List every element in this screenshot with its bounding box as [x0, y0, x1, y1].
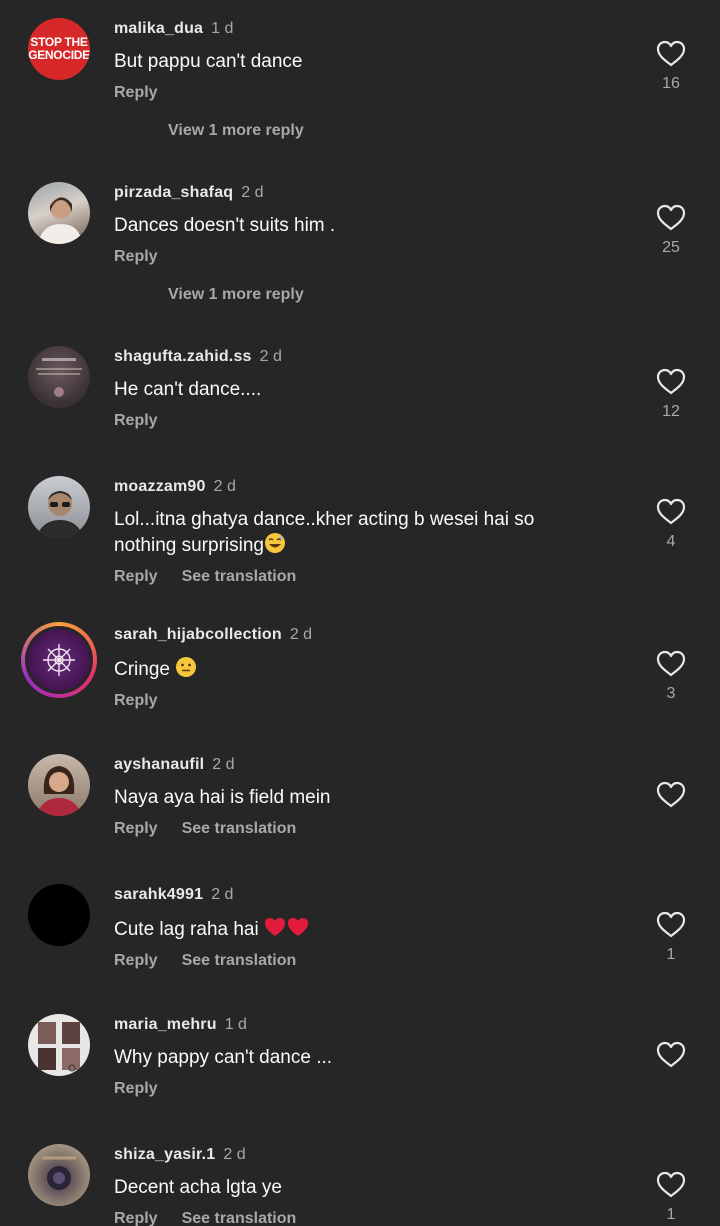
reply-button[interactable]: Reply — [114, 820, 158, 837]
comment-text-line: Cute lag raha hai — [114, 919, 259, 940]
comment-time: 2 d — [241, 184, 264, 201]
comment-username[interactable]: shiza_yasir.1 — [114, 1146, 215, 1163]
avatar[interactable] — [21, 622, 97, 698]
comment-text-line: Cringe — [114, 659, 170, 680]
comment-text: But pappu can't dance — [114, 51, 303, 72]
comment-username[interactable]: sarah_hijabcollection — [114, 626, 282, 643]
comment-time: 1 d — [224, 1016, 247, 1033]
reply-button[interactable]: Reply — [114, 568, 158, 585]
comment-text: Decent acha lgta ye — [114, 1177, 282, 1198]
reply-button[interactable]: Reply — [114, 84, 158, 101]
view-more-replies[interactable]: View 1 more reply — [168, 122, 304, 140]
like-count: 25 — [662, 239, 680, 256]
comment-time: 2 d — [223, 1146, 246, 1163]
comment-text: He can't dance.... — [114, 379, 262, 400]
see-translation-button[interactable]: See translation — [182, 568, 297, 585]
reply-button[interactable]: Reply — [114, 1080, 158, 1097]
heart-icon[interactable] — [656, 498, 686, 525]
reply-button[interactable]: Reply — [114, 1210, 158, 1226]
avatar[interactable]: STOP THE GENOCIDE — [28, 18, 90, 80]
heart-icon[interactable] — [656, 368, 686, 395]
heart-icon[interactable] — [656, 911, 686, 938]
heart-icon[interactable] — [656, 40, 686, 67]
reply-button[interactable]: Reply — [114, 248, 158, 265]
comment-text-line: Lol...itna ghatya dance..kher acting b w… — [114, 509, 535, 530]
comment-username[interactable]: maria_mehru — [114, 1016, 217, 1033]
comment-text: Cringe — [114, 656, 634, 682]
neutral-face-emoji-icon — [176, 657, 197, 677]
avatar[interactable] — [28, 884, 90, 946]
avatar[interactable] — [28, 182, 90, 244]
comment-username[interactable]: ayshanaufil — [114, 756, 204, 773]
like-count: 16 — [662, 75, 680, 92]
heart-icon[interactable] — [656, 1171, 686, 1198]
avatar[interactable] — [28, 1144, 90, 1206]
comment-username[interactable]: sarahk4991 — [114, 886, 203, 903]
avatar-logo-text: GENOCIDE — [28, 48, 90, 62]
view-more-replies[interactable]: View 1 more reply — [168, 286, 304, 304]
comment-username[interactable]: shagufta.zahid.ss — [114, 348, 252, 365]
heart-icon[interactable] — [656, 650, 686, 677]
like-count: 4 — [666, 533, 676, 550]
comment-time: 2 d — [289, 626, 313, 643]
like-count: 12 — [662, 403, 680, 420]
see-translation-button[interactable]: See translation — [182, 820, 297, 837]
comment-text: Cute lag raha hai — [114, 916, 634, 942]
comment-username[interactable]: pirzada_shafaq — [114, 184, 233, 201]
reply-button[interactable]: Reply — [114, 412, 158, 429]
comment-username[interactable]: malika_dua — [114, 20, 203, 37]
like-count: 1 — [666, 946, 676, 963]
heart-icon[interactable] — [656, 781, 686, 808]
reply-button[interactable]: Reply — [114, 692, 158, 709]
comment-time: 2 d — [259, 348, 282, 365]
avatar[interactable] — [28, 346, 90, 408]
avatar[interactable] — [28, 754, 90, 816]
grinning-sweat-emoji-icon — [264, 533, 285, 553]
comments-list: STOP THE GENOCIDE malika_dua 1 d But papp… — [0, 0, 720, 1226]
comment-time: 1 d — [211, 20, 234, 37]
comment-text: Why pappy can't dance ... — [114, 1047, 333, 1068]
see-translation-button[interactable]: See translation — [182, 952, 297, 969]
comment-username[interactable]: moazzam90 — [114, 478, 206, 495]
comment-text-line: nothing surprising — [114, 535, 264, 556]
avatar[interactable] — [28, 476, 90, 538]
reply-button[interactable]: Reply — [114, 952, 158, 969]
heart-icon[interactable] — [656, 204, 686, 231]
red-heart-emoji-icon — [265, 918, 308, 936]
comment-time: 2 d — [211, 886, 234, 903]
avatar[interactable] — [28, 1014, 90, 1076]
see-translation-button[interactable]: See translation — [182, 1210, 297, 1226]
comment-time: 2 d — [213, 478, 236, 495]
heart-icon[interactable] — [656, 1041, 686, 1068]
comment-time: 2 d — [212, 756, 235, 773]
like-count: 1 — [666, 1206, 676, 1223]
comment-text: Dances doesn't suits him . — [114, 215, 336, 236]
comment-text: Lol...itna ghatya dance..kher acting b w… — [114, 508, 634, 558]
like-count: 3 — [666, 685, 676, 702]
comment-text: Naya aya hai is field mein — [114, 787, 331, 808]
